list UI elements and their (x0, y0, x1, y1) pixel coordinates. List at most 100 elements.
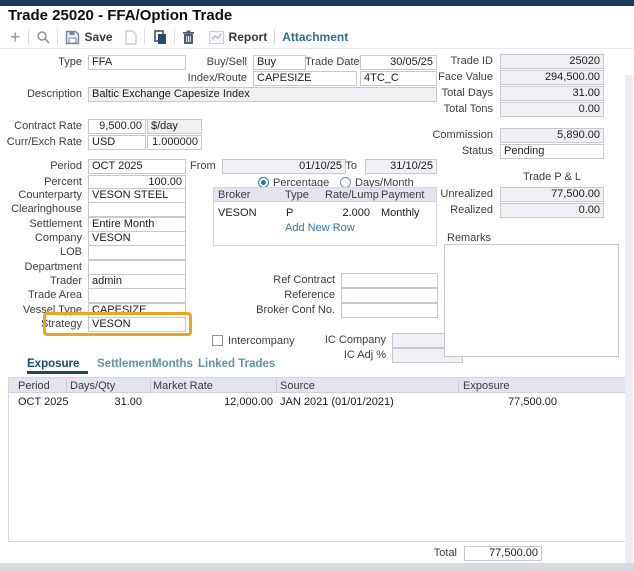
ref-contract-label: Ref Contract (255, 273, 338, 288)
broker-payment-col-header: Payment (381, 188, 424, 202)
trade-pnl-title: Trade P & L (500, 171, 604, 183)
copy-button[interactable] (152, 30, 167, 45)
toolbar: + Save Report Attachment (0, 26, 634, 49)
type-field[interactable]: FFA (88, 55, 186, 70)
trade-area-field[interactable] (88, 288, 186, 303)
column-divider (276, 379, 277, 392)
broker-rate-col-header: Rate/Lump (325, 188, 379, 202)
exposure-row-market-rate[interactable]: 12,000.00 (150, 395, 273, 409)
exposure-row-exposure[interactable]: 77,500.00 (458, 395, 557, 409)
description-label: Description (0, 87, 85, 102)
report-chart-icon (209, 31, 224, 44)
scrollbar-track[interactable] (625, 75, 633, 563)
index-field[interactable]: CAPESIZE (253, 71, 357, 86)
face-value-label: Face Value (420, 70, 496, 85)
trade-id-label: Trade ID (420, 54, 496, 69)
source-col-header: Source (280, 379, 315, 393)
period-label: Period (0, 159, 85, 174)
curr-exch-rate-label: Curr/Exch Rate (0, 135, 85, 150)
window-top-edge (0, 0, 634, 6)
commission-label: Commission (420, 128, 496, 143)
add-new-row-link[interactable]: Add New Row (285, 222, 355, 234)
strategy-field[interactable]: VESON (88, 317, 186, 332)
trade-date-label: Trade Date (305, 55, 356, 70)
ref-contract-field[interactable] (341, 273, 438, 288)
tab-exposure[interactable]: Exposure (27, 358, 79, 370)
company-field[interactable]: VESON (88, 231, 186, 246)
currency-field[interactable]: USD (88, 135, 146, 150)
broker-cell[interactable]: VESON (218, 206, 257, 220)
page-title: Trade 25020 - FFA/Option Trade (8, 7, 232, 24)
trader-label: Trader (0, 274, 85, 289)
realized-field: 0.00 (500, 203, 604, 218)
report-label: Report (229, 30, 268, 44)
toolbar-separator (28, 29, 29, 45)
copy-icon (152, 30, 167, 45)
save-label: Save (85, 30, 113, 44)
counterparty-field[interactable]: VESON STEEL (88, 188, 186, 203)
toolbar-separator (144, 29, 145, 45)
remarks-textarea[interactable] (444, 244, 619, 357)
market-rate-col-header: Market Rate (153, 379, 213, 393)
type-label: Type (0, 55, 85, 70)
exposure-row-days-qty[interactable]: 31.00 (66, 395, 142, 409)
total-tons-field: 0.00 (500, 102, 604, 117)
trade-window: Trade 25020 - FFA/Option Trade + Save Re… (0, 0, 634, 571)
days-qty-col-header: Days/Qty (70, 379, 115, 393)
broker-type-cell[interactable]: P (286, 206, 293, 220)
company-label: Company (0, 231, 85, 246)
exch-rate-field[interactable]: 1.000000 (147, 135, 202, 150)
column-divider (66, 379, 67, 392)
trash-icon (182, 30, 195, 45)
from-label: From (190, 159, 218, 174)
clearinghouse-label: Clearinghouse (0, 202, 85, 217)
new-document-button[interactable] (125, 30, 137, 45)
search-button[interactable] (36, 30, 50, 44)
counterparty-label: Counterparty (0, 188, 85, 203)
period-field[interactable]: OCT 2025 (88, 159, 186, 174)
reference-field[interactable] (341, 288, 438, 303)
trade-id-field: 25020 (500, 54, 604, 69)
intercompany-checkbox[interactable] (212, 335, 223, 346)
tab-settlement[interactable]: Settlement (97, 358, 156, 370)
broker-payment-cell[interactable]: Monthly (381, 206, 420, 220)
ic-company-label: IC Company (300, 333, 389, 348)
broker-col-header: Broker (218, 188, 250, 202)
broker-rate-cell[interactable]: 2.000 (320, 206, 370, 220)
attachment-button[interactable]: Attachment (282, 30, 348, 44)
buy-sell-field[interactable]: Buy (253, 55, 306, 70)
column-divider (458, 379, 459, 392)
broker-type-col-header: Type (285, 188, 309, 202)
settlement-field[interactable]: Entire Month (88, 217, 186, 232)
toolbar-separator (274, 29, 275, 45)
tab-linked-trades[interactable]: Linked Trades (198, 358, 275, 370)
broker-conf-no-field[interactable] (341, 303, 438, 318)
search-icon (36, 30, 50, 44)
lob-label: LOB (0, 245, 85, 260)
clearinghouse-field[interactable] (88, 202, 186, 217)
face-value-field: 294,500.00 (500, 70, 604, 85)
trade-area-label: Trade Area (0, 288, 85, 303)
delete-button[interactable] (182, 30, 195, 45)
vessel-type-label: Vessel Type (0, 303, 85, 318)
unrealized-field: 77,500.00 (500, 187, 604, 202)
add-button[interactable]: + (10, 30, 21, 44)
vessel-type-field[interactable]: CAPESIZE (88, 303, 186, 318)
save-icon (65, 30, 80, 45)
total-label: Total (408, 546, 460, 561)
department-field[interactable] (88, 260, 186, 275)
trader-field[interactable]: admin (88, 274, 186, 289)
exposure-row-period[interactable]: OCT 2025 (18, 395, 69, 409)
department-label: Department (0, 260, 85, 275)
tab-months[interactable]: Months (152, 358, 193, 370)
report-button[interactable]: Report (209, 30, 268, 44)
contract-rate-field[interactable]: 9,500.00 (88, 119, 146, 134)
save-button[interactable]: Save (65, 30, 113, 45)
status-field[interactable]: Pending (500, 144, 604, 159)
ic-adj-label: IC Adj % (300, 348, 389, 363)
exposure-row-source[interactable]: JAN 2021 (01/01/2021) (280, 395, 394, 409)
attachment-label: Attachment (282, 30, 348, 44)
reference-label: Reference (255, 288, 338, 303)
lob-field[interactable] (88, 245, 186, 260)
window-bottom-edge (0, 563, 634, 571)
